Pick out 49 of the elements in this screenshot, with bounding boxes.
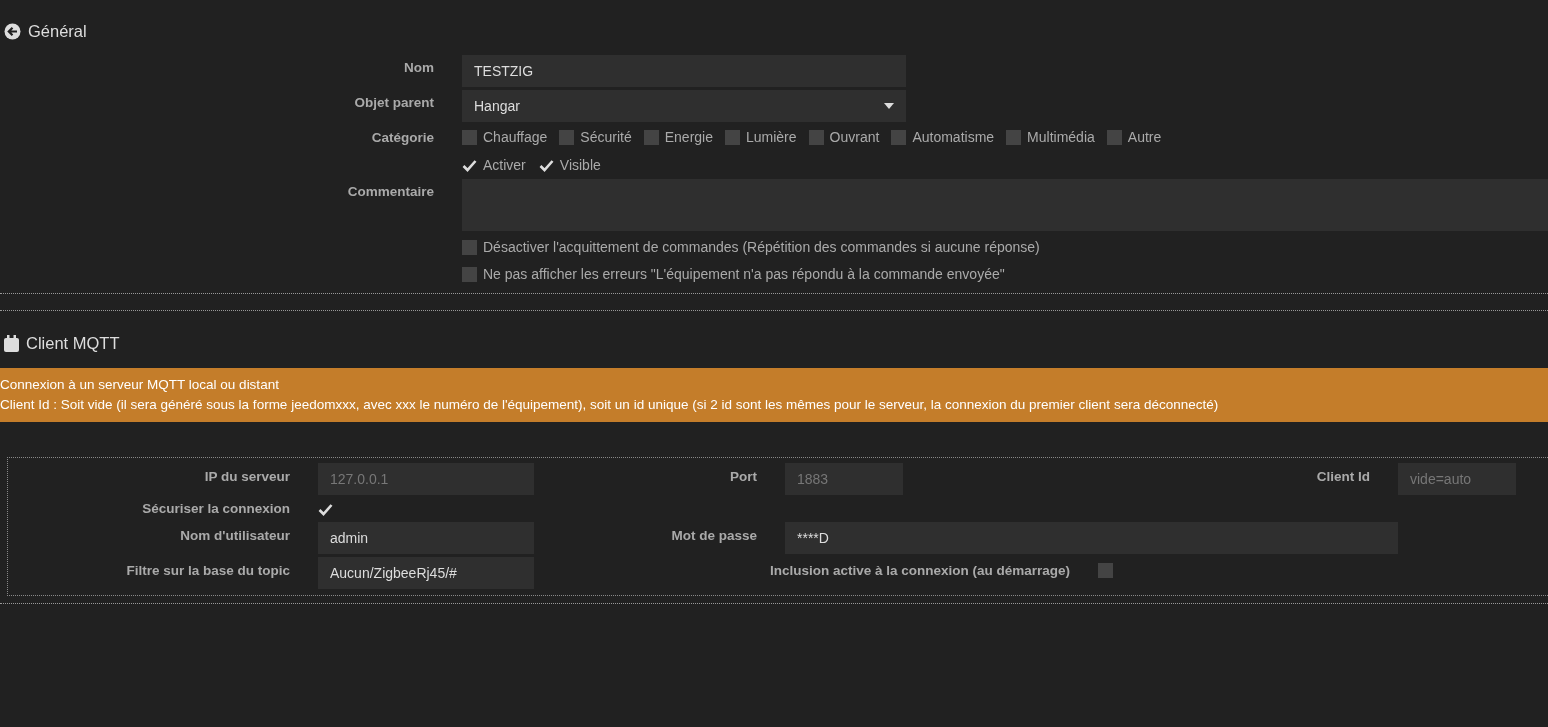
field-label: Filtre sur la base du topic xyxy=(125,562,291,578)
field-label: Nom xyxy=(403,59,435,75)
checkbox[interactable] xyxy=(643,129,659,145)
field-label: Sécuriser la connexion xyxy=(141,500,291,516)
checkbox[interactable] xyxy=(1106,129,1122,145)
checkbox-label: Ouvrant xyxy=(829,129,880,145)
banner-text: Connexion à un serveur MQTT local ou distant xyxy=(0,376,280,394)
checkbox[interactable] xyxy=(725,129,740,145)
field-label: Catégorie xyxy=(370,129,435,145)
checkbox-label: Multimédia xyxy=(1027,129,1095,145)
checkbox-label: Sécurité xyxy=(580,129,632,145)
calendar-icon xyxy=(4,334,19,352)
field-label: Inclusion active à la connexion (au démarrage) xyxy=(768,563,1071,578)
input-field[interactable]: TESTZIG xyxy=(462,55,906,87)
checkbox-label: Autre xyxy=(1127,129,1162,145)
field-label: Commentaire xyxy=(346,183,435,199)
checked-checkbox[interactable] xyxy=(538,157,554,173)
section-title: Client MQTT xyxy=(26,333,120,353)
checkbox[interactable] xyxy=(559,129,575,145)
checkbox-label: Visible xyxy=(559,157,601,173)
input-field[interactable]: Aucun/ZigbeeRj45/# xyxy=(318,557,534,589)
input-field[interactable]: admin xyxy=(318,522,534,554)
checkbox-label: Lumière xyxy=(746,129,797,145)
field-label: IP du serveur xyxy=(203,468,291,484)
checkbox-label: Energie xyxy=(664,129,713,145)
caret-icon xyxy=(884,103,894,109)
select-field[interactable]: Hangar xyxy=(462,90,906,122)
checkbox-label: Activer xyxy=(483,157,526,173)
checkbox[interactable] xyxy=(462,239,477,255)
checkbox[interactable] xyxy=(462,266,477,282)
field-label: Nom d'utilisateur xyxy=(179,527,291,543)
checkbox[interactable] xyxy=(1098,563,1113,578)
checkbox[interactable] xyxy=(1006,129,1022,145)
field-label: Objet parent xyxy=(353,94,435,110)
section-title: Général xyxy=(28,21,87,41)
field-label: Client Id xyxy=(1315,468,1371,484)
checked-checkbox[interactable] xyxy=(318,502,333,517)
input-field[interactable]: ****D xyxy=(785,522,1398,554)
field-label: Port xyxy=(729,468,758,484)
checkbox[interactable] xyxy=(891,129,907,145)
checkbox-label: Désactiver l'acquittement de commandes (Répétition des commandes si aucune réponse) xyxy=(483,239,1040,255)
checked-checkbox[interactable] xyxy=(462,157,477,173)
field-label: Mot de passe xyxy=(670,527,758,543)
checkbox[interactable] xyxy=(808,129,824,145)
checkbox[interactable] xyxy=(462,129,477,145)
checkbox-label: Ne pas afficher les erreurs "L'équipement n'a pas répondu à la commande envoyée" xyxy=(483,266,1005,282)
checkbox-label: Automatisme xyxy=(912,129,995,145)
checkbox-label: Chauffage xyxy=(483,129,548,145)
banner-text: Client Id : Soit vide (il sera généré sous la forme jeedomxxx, avec xxx le numéro de l'équipement), soit un id unique (si 2 id sont les mêmes pour le serveur, la connexion du premier client sera déconnecté) xyxy=(0,396,1220,414)
